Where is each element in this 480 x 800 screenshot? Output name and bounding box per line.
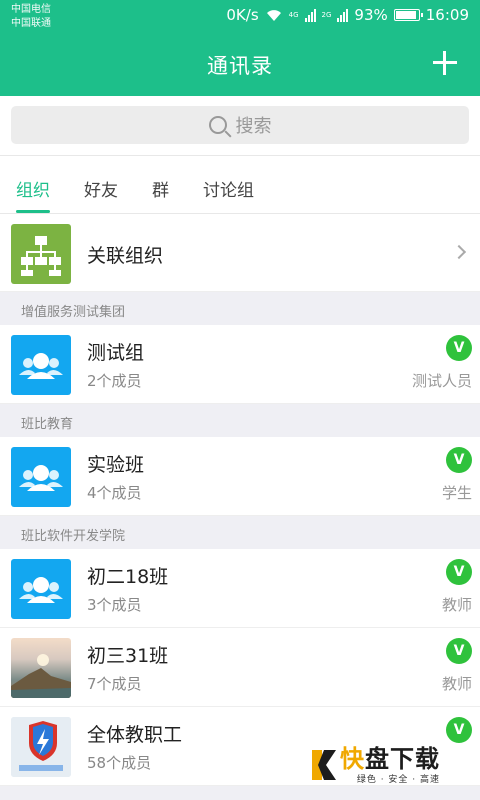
carrier-2: 中国联通 [11,18,51,29]
member-count: 4个成员 [87,484,142,502]
carrier-1: 中国电信 [11,4,51,15]
site-watermark: 快盘下载 绿色 · 安全 · 高速 [310,740,472,790]
net-2g-label: 2G [321,10,332,19]
section-header: 班比教育 [0,404,480,437]
net-speed: 0K/s [226,6,259,24]
linked-org-label: 关联组织 [87,245,164,267]
tab-groups[interactable]: 群 [152,156,169,213]
verified-badge: V [446,638,472,664]
verified-badge: V [446,559,472,585]
status-bar: 中国电信 中国联通 0K/s 4G 2G 93% 16:09 [0,0,480,34]
role-label: 学生 [441,484,472,502]
page-title: 通讯录 [207,54,273,78]
shield-photo [11,717,71,777]
group-name: 初三31班 [87,645,169,667]
tab-organization[interactable]: 组织 [16,156,50,213]
section-header: 班比软件开发学院 [0,516,480,549]
tab-bar: 组织 好友 群 讨论组 [0,156,480,214]
linked-organization-row[interactable]: 关联组织 [0,214,480,292]
group-name: 初二18班 [87,566,169,588]
group-name: 实验班 [87,454,145,476]
tab-discussion-groups[interactable]: 讨论组 [203,156,254,213]
net-4g-label: 4G [288,10,299,19]
group-icon [11,447,71,507]
signal-icon-1 [304,8,316,22]
group-row[interactable]: 实验班 4个成员 V 学生 [0,437,480,516]
watermark-slogan: 绿色 · 安全 · 高速 [356,774,440,785]
watermark-brand-1: 快 [340,744,365,773]
role-label: 教师 [441,596,472,614]
carrier-names: 中国电信 中国联通 [11,3,51,31]
search-icon [208,116,227,134]
verified-badge: V [446,447,472,473]
watermark-brand-2: 盘下载 [365,744,440,773]
member-count: 3个成员 [87,596,142,614]
group-icon [11,559,71,619]
section-header: 增值服务测试集团 [0,292,480,325]
role-label: 教师 [441,675,472,693]
search-bar: 搜索 [0,96,480,156]
nav-bar: 通讯录 [0,34,480,96]
tab-friends[interactable]: 好友 [84,156,118,213]
verified-badge: V [446,335,472,361]
member-count: 58个成员 [87,754,152,772]
status-indicators: 0K/s 4G 2G 93% 16:09 [226,6,469,24]
group-row[interactable]: 初三31班 7个成员 V 教师 [0,628,480,707]
chevron-right-icon [451,244,467,260]
member-count: 7个成员 [87,675,142,693]
app-header: 中国电信 中国联通 0K/s 4G 2G 93% 16:09 通讯录 [0,0,480,96]
search-placeholder: 搜索 [235,116,272,137]
role-label: 测试人员 [411,372,472,390]
group-name: 全体教职工 [87,724,183,746]
group-row[interactable]: 初二18班 3个成员 V 教师 [0,549,480,628]
plus-icon[interactable] [430,48,460,78]
kuaipan-logo-icon [312,750,336,780]
battery-percent: 93% [354,6,388,24]
search-input[interactable]: 搜索 [11,106,469,144]
group-name: 测试组 [87,342,145,364]
member-count: 2个成员 [87,372,142,390]
org-chart-icon [11,224,71,284]
clock: 16:09 [425,6,469,24]
landscape-photo [11,638,71,698]
signal-icon-2 [337,8,349,22]
battery-icon [393,9,423,21]
wifi-icon [266,10,281,21]
group-icon [11,335,71,395]
group-row[interactable]: 测试组 2个成员 V 测试人员 [0,325,480,404]
